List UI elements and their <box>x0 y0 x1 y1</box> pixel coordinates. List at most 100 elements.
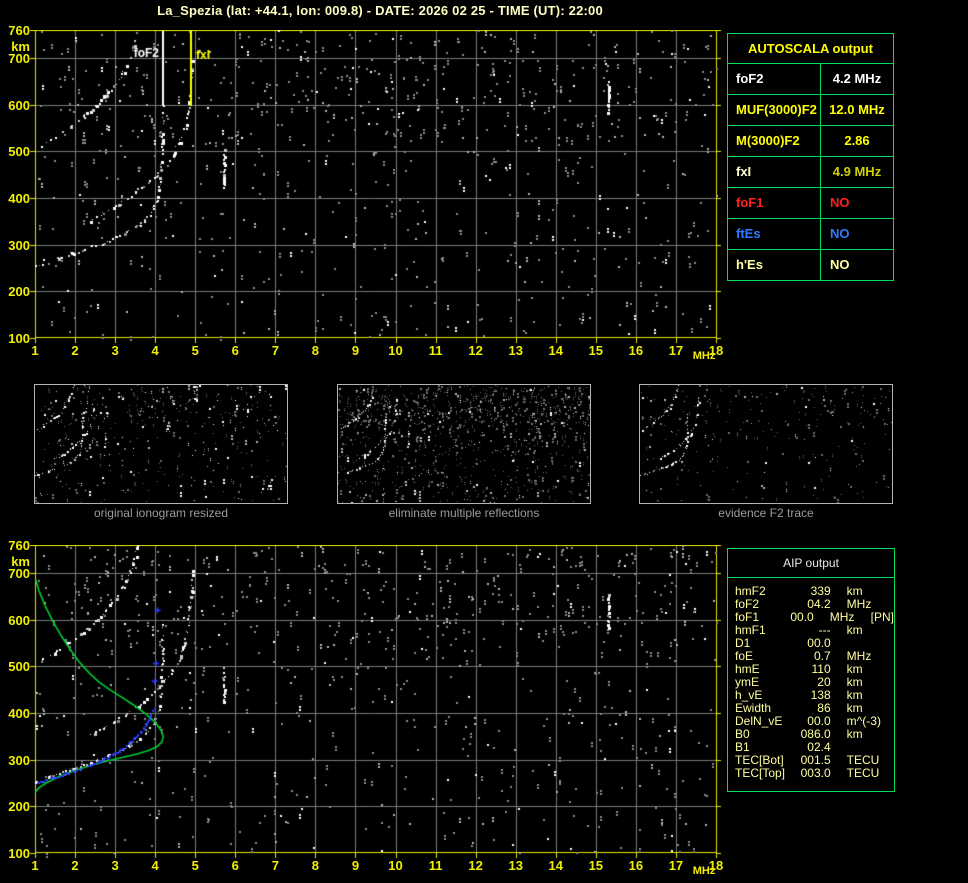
y-tick-label: 400 <box>0 192 30 206</box>
x-tick-label: 15 <box>579 344 613 358</box>
x-tick-label: 11 <box>419 344 453 358</box>
aip-parameter-value: 003.0 <box>789 767 830 780</box>
aip-parameter-unit: km <box>847 728 894 741</box>
x-tick-label: 17 <box>659 859 693 873</box>
parameter-name: foF2 <box>728 64 821 94</box>
y-axis-unit-label: km <box>0 555 30 569</box>
parameter-name: M(3000)F2 <box>728 126 821 156</box>
parameter-value: 12.0 MHz <box>821 95 893 125</box>
y-tick-label: 300 <box>0 754 30 768</box>
parameter-name: h'Es <box>728 250 821 280</box>
eliminate-reflections-canvas <box>338 385 590 503</box>
y-tick-label: 600 <box>0 99 30 113</box>
x-tick-label: 1 <box>18 344 52 358</box>
y-axis-unit-label: km <box>0 40 30 54</box>
panel-eliminate-reflections <box>337 384 591 504</box>
x-tick-label: 8 <box>298 859 332 873</box>
y-tick-label: 700 <box>0 52 30 66</box>
parameter-value: 4.9 MHz <box>821 157 893 187</box>
parameter-name: MUF(3000)F2 <box>728 95 821 125</box>
y-tick-label: 700 <box>0 567 30 581</box>
autoscala-table-title: AUTOSCALA output <box>728 34 893 64</box>
x-tick-label: 9 <box>338 344 372 358</box>
autoscala-table-rows: foF24.2 MHzMUF(3000)F212.0 MHzM(3000)F22… <box>728 64 893 280</box>
ionogram-top-plot <box>28 30 723 345</box>
panel-original-ionogram <box>34 384 288 504</box>
x-tick-label: 10 <box>379 859 413 873</box>
parameter-name: foF1 <box>728 188 821 218</box>
x-tick-label: 16 <box>619 344 653 358</box>
parameter-name: ftEs <box>728 219 821 249</box>
x-tick-label: 13 <box>499 344 533 358</box>
x-tick-label: 2 <box>58 859 92 873</box>
panel-caption-eliminate: eliminate multiple reflections <box>337 506 591 520</box>
parameter-name: fxI <box>728 157 821 187</box>
y-tick-label: 300 <box>0 239 30 253</box>
page-title: La_Spezia (lat: +44.1, lon: 009.8) - DAT… <box>40 3 720 18</box>
x-tick-label: 7 <box>258 859 292 873</box>
aip-parameter-unit: TECU <box>847 767 894 780</box>
aip-row: TEC[Top]003.0 TECU <box>728 767 894 780</box>
autoscala-row: ftEsNO <box>728 219 893 250</box>
panel-evidence-f2-trace <box>639 384 893 504</box>
autoscala-row: fxI4.9 MHz <box>728 157 893 188</box>
y-tick-label: 760 <box>0 539 30 553</box>
parameter-value: 4.2 MHz <box>821 64 893 94</box>
x-tick-label: 9 <box>338 859 372 873</box>
aip-output-table: AIP output hmF2339kmfoF204.2MHzfoF100.0M… <box>727 548 895 792</box>
x-axis-unit-label: MHz <box>693 350 716 362</box>
x-tick-label: 14 <box>539 344 573 358</box>
x-tick-label: 11 <box>419 859 453 873</box>
autoscala-output-table: AUTOSCALA output foF24.2 MHzMUF(3000)F21… <box>727 33 894 281</box>
x-tick-label: 14 <box>539 859 573 873</box>
y-tick-label: 760 <box>0 24 30 38</box>
y-tick-label: 200 <box>0 800 30 814</box>
x-tick-label: 3 <box>98 859 132 873</box>
y-tick-label: 600 <box>0 614 30 628</box>
x-tick-label: 10 <box>379 344 413 358</box>
aip-parameter-note: [PN] <box>871 611 894 624</box>
x-tick-label: 5 <box>178 344 212 358</box>
y-tick-label: 200 <box>0 285 30 299</box>
x-tick-label: 4 <box>138 859 172 873</box>
autoscala-window: { "header": { "title": "La_Spezia (lat: … <box>0 0 968 883</box>
parameter-value: NO <box>821 219 893 249</box>
parameter-value: NO <box>821 250 893 280</box>
x-tick-label: 13 <box>499 859 533 873</box>
autoscala-row: MUF(3000)F212.0 MHz <box>728 95 893 126</box>
panel-caption-original: original ionogram resized <box>34 506 288 520</box>
autoscala-row: foF24.2 MHz <box>728 64 893 95</box>
x-tick-label: 17 <box>659 344 693 358</box>
parameter-value: 2.86 <box>821 126 893 156</box>
autoscala-row: h'EsNO <box>728 250 893 280</box>
x-tick-label: 2 <box>58 344 92 358</box>
x-tick-label: 8 <box>298 344 332 358</box>
x-tick-label: 6 <box>218 344 252 358</box>
ionogram-bottom-plot <box>28 545 723 860</box>
aip-table-rows: hmF2339kmfoF204.2MHzfoF100.0MHz[PN]hmF1-… <box>728 578 894 780</box>
x-tick-label: 15 <box>579 859 613 873</box>
parameter-value: NO <box>821 188 893 218</box>
aip-parameter-unit: km <box>847 624 894 637</box>
autoscala-row: M(3000)F22.86 <box>728 126 893 157</box>
x-tick-label: 16 <box>619 859 653 873</box>
panel-caption-evidence: evidence F2 trace <box>639 506 893 520</box>
y-tick-label: 400 <box>0 707 30 721</box>
autoscala-row: foF1NO <box>728 188 893 219</box>
aip-parameter-value: 00.0 <box>780 611 814 624</box>
y-tick-label: 500 <box>0 145 30 159</box>
x-tick-label: 6 <box>218 859 252 873</box>
original-ionogram-canvas <box>35 385 287 503</box>
x-tick-label: 5 <box>178 859 212 873</box>
aip-table-title: AIP output <box>728 549 894 578</box>
x-tick-label: 7 <box>258 344 292 358</box>
aip-parameter-name: TEC[Top] <box>728 767 789 780</box>
x-axis-unit-label: MHz <box>693 865 716 877</box>
y-tick-label: 500 <box>0 660 30 674</box>
x-tick-label: 12 <box>459 344 493 358</box>
evidence-f2-trace-canvas <box>640 385 892 503</box>
x-tick-label: 4 <box>138 344 172 358</box>
x-tick-label: 3 <box>98 344 132 358</box>
x-tick-label: 1 <box>18 859 52 873</box>
x-tick-label: 12 <box>459 859 493 873</box>
